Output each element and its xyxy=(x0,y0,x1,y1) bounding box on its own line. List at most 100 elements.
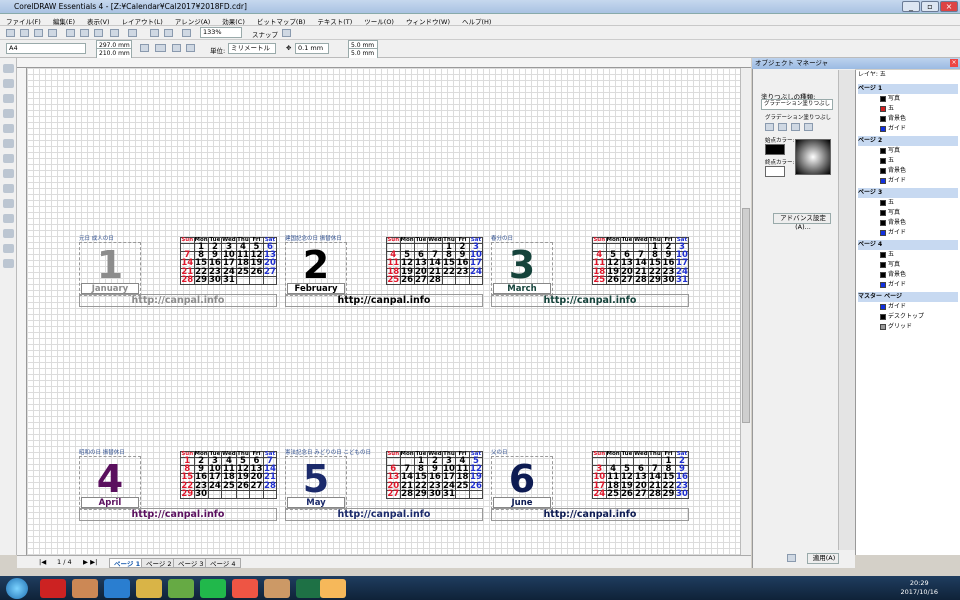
next-page-icon[interactable]: ▶ ▶| xyxy=(83,558,97,566)
cut-icon[interactable] xyxy=(66,29,75,37)
zoom-level-select[interactable]: 133% xyxy=(200,27,242,38)
object-layer[interactable]: 背景色 xyxy=(880,114,960,124)
all-pages-icon[interactable] xyxy=(172,44,181,52)
object-page[interactable]: ページ 3 xyxy=(858,188,958,198)
object-page[interactable]: ページ 1 xyxy=(858,84,958,94)
object-page[interactable]: ページ 2 xyxy=(858,136,958,146)
redo-icon[interactable] xyxy=(128,29,137,37)
object-layer[interactable]: 背景色 xyxy=(880,270,960,280)
object-layer[interactable]: 五 xyxy=(880,250,960,260)
scrollbar-thumb[interactable] xyxy=(742,208,750,423)
start-color-picker[interactable] xyxy=(765,144,785,155)
close-button[interactable]: × xyxy=(940,1,958,12)
media-player-icon[interactable] xyxy=(72,579,98,598)
menu-item[interactable]: ファイル(F) xyxy=(0,14,47,26)
page-tab[interactable]: ページ 3 xyxy=(173,558,209,568)
menu-item[interactable]: ビットマップ(B) xyxy=(251,14,312,26)
coreldraw-icon[interactable] xyxy=(264,579,290,598)
object-layer[interactable]: 写真 xyxy=(880,94,960,104)
page-tab[interactable]: ページ 1 xyxy=(109,558,146,568)
minimize-button[interactable]: _ xyxy=(902,1,920,12)
open-icon[interactable] xyxy=(20,29,29,37)
page-tab[interactable]: ページ 2 xyxy=(141,558,177,568)
chrome-icon[interactable] xyxy=(232,579,258,598)
apply-button[interactable]: 適用(A) xyxy=(807,553,839,564)
horizontal-ruler[interactable] xyxy=(17,58,751,68)
app-icon[interactable] xyxy=(168,579,194,598)
menu-item[interactable]: アレンジ(A) xyxy=(169,14,217,26)
zoom-tool-icon[interactable] xyxy=(3,109,14,118)
page-tab[interactable]: ページ 4 xyxy=(205,558,241,568)
options-icon[interactable] xyxy=(282,29,291,37)
fill-type-select[interactable]: グラデーション塗りつぶし xyxy=(761,99,833,110)
text-tool-icon[interactable] xyxy=(3,199,14,208)
docker-tabs[interactable] xyxy=(838,70,855,550)
menu-item[interactable]: レイアウト(L) xyxy=(116,14,169,26)
object-layer[interactable]: ガイド xyxy=(880,228,960,238)
object-layer[interactable]: ガイド xyxy=(880,302,960,312)
clock[interactable]: 20:29 2017/10/16 xyxy=(901,579,938,597)
launcher-icon[interactable] xyxy=(182,29,191,37)
object-layer[interactable]: 背景色 xyxy=(880,166,960,176)
menu-item[interactable]: ツール(O) xyxy=(358,14,400,26)
save-icon[interactable] xyxy=(34,29,43,37)
object-layer[interactable]: 五 xyxy=(880,198,960,208)
first-page-icon[interactable]: |◀ xyxy=(39,558,46,566)
object-layer[interactable]: 五 xyxy=(880,104,960,114)
smart-fill-icon[interactable] xyxy=(3,139,14,148)
outline-tool-icon[interactable] xyxy=(3,244,14,253)
close-docker-icon[interactable]: × xyxy=(950,59,958,67)
line-icon[interactable] xyxy=(200,579,226,598)
landscape-icon[interactable] xyxy=(155,44,166,52)
object-layer[interactable]: ガイド xyxy=(880,124,960,134)
ie-icon[interactable] xyxy=(104,579,130,598)
polygon-tool-icon[interactable] xyxy=(3,184,14,193)
end-color-picker[interactable] xyxy=(765,166,785,177)
ellipse-tool-icon[interactable] xyxy=(3,169,14,178)
start-button[interactable] xyxy=(6,578,28,599)
menu-item[interactable]: テキスト(T) xyxy=(311,14,358,26)
crop-tool-icon[interactable] xyxy=(3,94,14,103)
object-page[interactable]: マスター ページ xyxy=(858,292,958,302)
object-layer[interactable]: 写真 xyxy=(880,208,960,218)
snap-label[interactable]: スナップ xyxy=(252,29,278,39)
excel-icon[interactable] xyxy=(296,579,322,598)
menu-item[interactable]: ウィンドウ(W) xyxy=(400,14,456,26)
shape-tool-icon[interactable] xyxy=(3,79,14,88)
vertical-ruler[interactable] xyxy=(17,68,27,555)
lock-icon[interactable] xyxy=(787,554,796,562)
maximize-button[interactable]: ▫ xyxy=(921,1,939,12)
object-layer[interactable]: デスクトップ xyxy=(880,312,960,322)
rectangle-tool-icon[interactable] xyxy=(3,154,14,163)
square-gradient-icon[interactable] xyxy=(804,123,813,131)
opera-icon[interactable] xyxy=(40,579,66,598)
object-layer[interactable]: ガイド xyxy=(880,280,960,290)
menu-item[interactable]: 編集(E) xyxy=(47,14,81,26)
menu-item[interactable]: ヘルプ(H) xyxy=(456,14,497,26)
menu-item[interactable]: 表示(V) xyxy=(81,14,116,26)
eyedropper-tool-icon[interactable] xyxy=(3,229,14,238)
freehand-tool-icon[interactable] xyxy=(3,124,14,133)
object-layer[interactable]: 写真 xyxy=(880,146,960,156)
object-layer[interactable]: 写真 xyxy=(880,260,960,270)
paint-icon[interactable] xyxy=(320,579,346,598)
conical-gradient-icon[interactable] xyxy=(791,123,800,131)
radial-gradient-icon[interactable] xyxy=(778,123,787,131)
interactive-tool-icon[interactable] xyxy=(3,214,14,223)
object-layer[interactable]: グリッド xyxy=(880,322,960,332)
print-icon[interactable] xyxy=(48,29,57,37)
units-select[interactable]: ミリメートル xyxy=(228,43,276,54)
undo-icon[interactable] xyxy=(110,29,119,37)
advanced-button[interactable]: アドバンス設定(A)... xyxy=(773,213,831,231)
nudge-distance-field[interactable]: 0.1 mm xyxy=(295,43,329,54)
explorer-icon[interactable] xyxy=(136,579,162,598)
menu-item[interactable]: 効果(C) xyxy=(216,14,251,26)
linear-gradient-icon[interactable] xyxy=(765,123,774,131)
drawing-canvas[interactable]: 元日 成人の日 1 January Sun Mon Tue Wed Thu Fri Sat 1 2 3 4… xyxy=(27,68,740,555)
paste-icon[interactable] xyxy=(94,29,103,37)
object-layer[interactable]: 背景色 xyxy=(880,218,960,228)
pick-tool-icon[interactable] xyxy=(3,64,14,73)
paper-size-select[interactable]: A4 xyxy=(6,43,86,54)
copy-icon[interactable] xyxy=(80,29,89,37)
import-icon[interactable] xyxy=(150,29,159,37)
